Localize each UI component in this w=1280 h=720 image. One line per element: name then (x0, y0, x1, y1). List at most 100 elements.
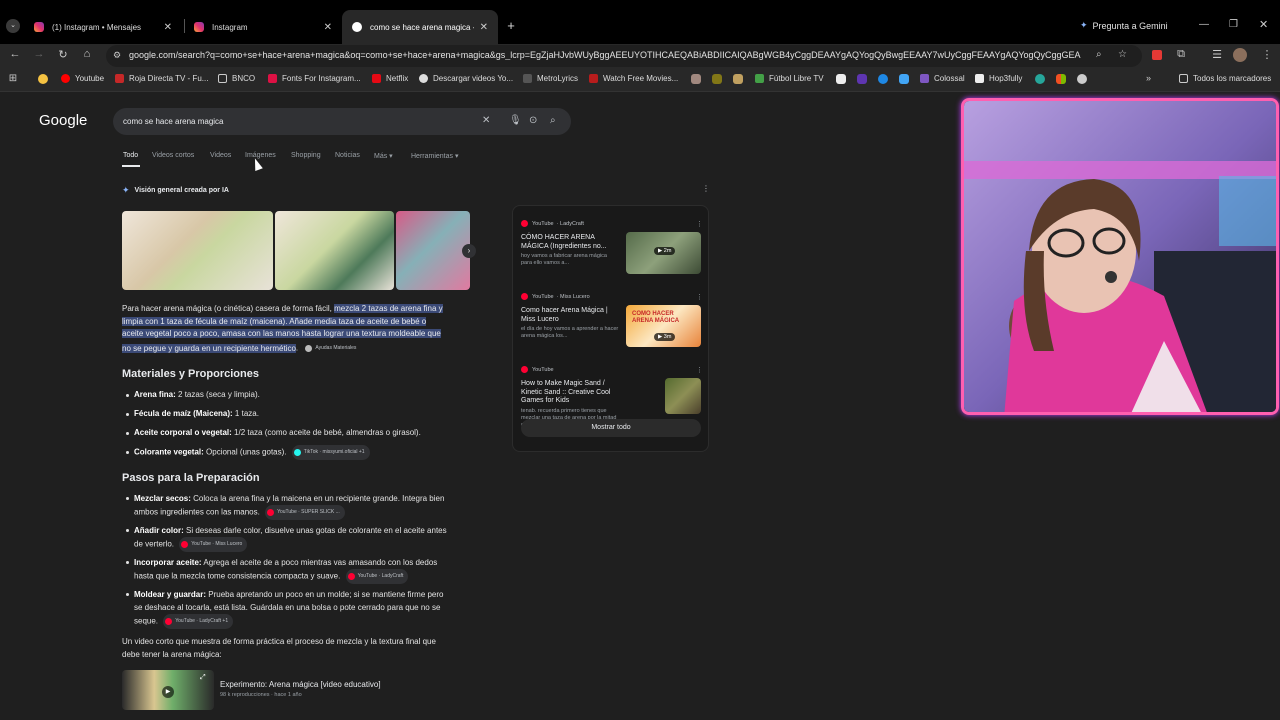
forward-icon[interactable]: → (31, 48, 47, 60)
gemini-button[interactable]: ✦ Pregunta a Gemini (1080, 20, 1168, 31)
profile-avatar[interactable] (1233, 48, 1247, 62)
bookmark-descargar-videos[interactable]: Descargar videos Yo... (419, 74, 513, 83)
item-text: Opcional (unas gotas). (203, 447, 287, 457)
bookmark-label: Hop3fully (989, 74, 1023, 83)
bookmark-watch-free-movies[interactable]: Watch Free Movies... (589, 74, 678, 83)
close-icon[interactable]: ✕ (324, 22, 332, 33)
new-tab-button[interactable]: + (504, 19, 518, 33)
tab-google-search[interactable]: como se hace arena magica - B ✕ (342, 10, 498, 44)
item-label: Fécula de maíz (Maicena): (134, 409, 233, 418)
window-close-button[interactable]: ✕ (1259, 18, 1268, 31)
bookmark-icon-9[interactable] (1056, 74, 1066, 84)
short-video-thumbnail[interactable]: ▶ ⤢ (122, 670, 214, 710)
list-item: Aceite corporal o vegetal: 1/2 taza (com… (134, 426, 421, 439)
extensions-puzzle-icon[interactable]: ⧉ (1173, 48, 1189, 61)
minimize-button[interactable]: — (1199, 19, 1209, 30)
short-video-meta: 98 k reproducciones · hace 1 año (220, 692, 302, 698)
bookmark-star-icon[interactable]: ☆ (1118, 49, 1127, 60)
carousel-next-icon[interactable]: › (462, 244, 476, 258)
bookmark-icon-5[interactable] (857, 74, 867, 84)
more-options-icon[interactable]: ⋮ (696, 293, 703, 301)
back-icon[interactable]: ← (7, 48, 23, 60)
emoji-bookmark-icon[interactable] (38, 74, 48, 84)
bookmark-icon-7[interactable] (899, 74, 909, 84)
bookmark-icon-8[interactable] (1035, 74, 1045, 84)
google-logo[interactable]: Google (39, 112, 87, 129)
source-chip[interactable]: YouTube · Miss Lucero (179, 537, 248, 552)
more-options-icon[interactable]: ⋮ (696, 220, 703, 228)
webcam-overlay (961, 98, 1279, 415)
search-input[interactable]: como se hace arena magica ✕ 🎙 ⊙ ⌕ (113, 108, 571, 135)
tab-videos-cortos[interactable]: Videos cortos (152, 152, 194, 159)
source-chip[interactable]: YouTube · LadyCraft (345, 569, 409, 584)
tab-videos[interactable]: Videos (210, 152, 231, 159)
tab-imagenes[interactable]: Imágenes (245, 152, 276, 159)
tab-instagram-messages[interactable]: (1) Instagram • Mensajes ✕ (24, 10, 182, 44)
voice-search-icon[interactable]: 🎙 (509, 115, 522, 126)
bookmark-metrolyrics[interactable]: MetroLyrics (523, 74, 578, 83)
source-chip[interactable]: TikTok · missyumi.oficial +1 (291, 445, 370, 460)
source-chip[interactable]: YouTube · SUPER SLICK ... (265, 505, 345, 520)
home-icon[interactable]: ⌂ (79, 48, 95, 60)
bookmark-hop3fully[interactable]: Hop3fully (975, 74, 1022, 83)
search-icon[interactable]: ⌕ (550, 115, 556, 126)
zoom-icon[interactable]: ⌕ (1096, 49, 1102, 60)
result-image[interactable] (275, 211, 394, 290)
extension-icon[interactable] (1152, 50, 1162, 60)
show-all-button[interactable]: Mostrar todo (521, 419, 701, 437)
apps-grid-icon[interactable]: ⊞ (5, 73, 21, 84)
bookmark-icon-6[interactable] (878, 74, 888, 84)
tab-herramientas[interactable]: Herramientas ▾ (411, 152, 458, 160)
more-bookmarks-icon[interactable]: » (1146, 73, 1151, 83)
address-bar[interactable]: ⚙ google.com/search?q=como+se+hace+arena… (106, 45, 1142, 67)
youtube-icon (61, 74, 70, 83)
close-icon[interactable]: ✕ (480, 22, 488, 33)
bookmark-bnco[interactable]: BNCO (218, 74, 255, 83)
more-options-icon[interactable]: ⋮ (702, 184, 710, 193)
tab-shopping[interactable]: Shopping (291, 152, 321, 159)
tab-noticias[interactable]: Noticias (335, 152, 360, 159)
video-result[interactable]: YouTube How to Make Magic Sand / Kinetic… (521, 366, 703, 428)
video-thumbnail[interactable] (665, 378, 701, 414)
bookmark-icon-1[interactable] (691, 74, 701, 84)
menu-kebab-icon[interactable]: ⋮ (1259, 48, 1275, 61)
bookmark-roja-directa[interactable]: Roja Directa TV - Fu... (115, 74, 208, 83)
video-thumbnail[interactable]: ▶ 2m (626, 232, 701, 274)
tab-search-icon[interactable]: ⌄ (6, 19, 20, 33)
source-chip[interactable]: Ayudas Materiales (303, 341, 361, 356)
active-tab-indicator (122, 165, 140, 167)
close-icon[interactable]: ✕ (164, 22, 172, 33)
bookmark-icon-10[interactable] (1077, 74, 1087, 84)
all-bookmarks[interactable]: Todos los marcadores (1179, 74, 1271, 83)
more-options-icon[interactable]: ⋮ (696, 366, 703, 374)
source-name: YouTube (532, 220, 554, 227)
video-result[interactable]: YouTube · Miss Lucero Como hacer Arena M… (521, 293, 703, 355)
site-info-icon[interactable]: ⚙ (113, 50, 121, 61)
lens-icon[interactable]: ⊙ (529, 115, 537, 126)
bookmark-youtube[interactable]: Youtube (61, 74, 104, 83)
short-video-title[interactable]: Experimento: Arena mágica [video educati… (220, 680, 381, 689)
tab-mas[interactable]: Más ▾ (374, 152, 393, 160)
bookmark-icon-4[interactable] (836, 74, 846, 84)
bookmark-icon-2[interactable] (712, 74, 722, 84)
source-name: YouTube (532, 366, 554, 373)
bookmark-futbol-libre[interactable]: Fútbol Libre TV (755, 74, 824, 83)
bookmark-icon-3[interactable] (733, 74, 743, 84)
result-image[interactable] (396, 211, 470, 290)
result-image[interactable] (122, 211, 273, 290)
video-result[interactable]: YouTube · LadyCraft CÓMO HACER ARENA MÁG… (521, 220, 703, 282)
bookmark-netflix[interactable]: Netflix (372, 74, 408, 83)
clear-icon[interactable]: ✕ (482, 115, 490, 126)
reading-list-icon[interactable]: ☰ (1209, 48, 1225, 61)
bookmark-fonts-instagram[interactable]: Fonts For Instagram... (268, 74, 361, 83)
bullet (126, 451, 129, 454)
restore-button[interactable]: ❐ (1229, 19, 1238, 30)
tab-todo[interactable]: Todo (123, 152, 138, 159)
download-icon (419, 74, 428, 83)
reload-icon[interactable]: ↻ (55, 48, 71, 61)
video-thumbnail[interactable]: COMO HACER ARENA MÁGICA ▶ 3m (626, 305, 701, 347)
source-chip[interactable]: YouTube · LadyCraft +1 (163, 614, 234, 629)
source-chip-label: Ayudas Materiales (315, 345, 357, 352)
bookmark-colossal[interactable]: Colossal (920, 74, 965, 83)
tab-instagram[interactable]: Instagram ✕ (184, 10, 342, 44)
